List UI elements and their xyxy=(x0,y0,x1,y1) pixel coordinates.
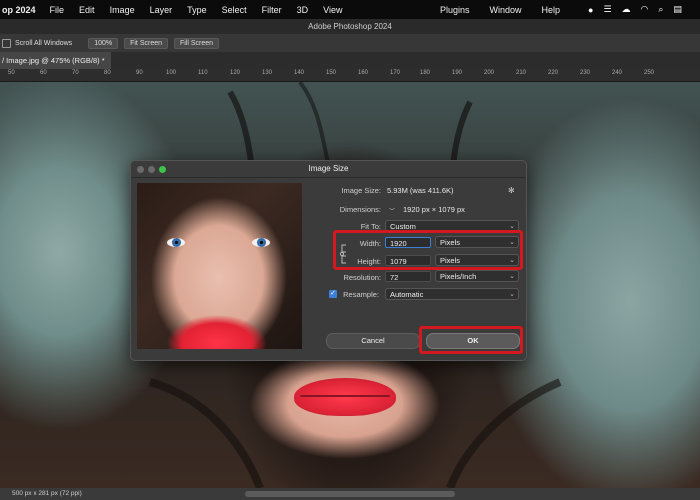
maximize-window-icon[interactable] xyxy=(159,166,166,173)
wifi-icon[interactable]: ◠ xyxy=(641,4,649,15)
ruler-tick: 70 xyxy=(72,70,79,76)
cancel-button[interactable]: Cancel xyxy=(326,333,420,349)
menu-filter[interactable]: Filter xyxy=(262,5,282,15)
resample-value: Automatic xyxy=(390,290,424,299)
scroll-all-checkbox[interactable] xyxy=(2,38,11,48)
menu-list-icon[interactable]: ☰ xyxy=(603,4,611,15)
ruler-tick: 150 xyxy=(326,70,337,76)
ruler-tick: 170 xyxy=(390,70,401,76)
ruler-tick: 110 xyxy=(198,70,208,76)
menu-image[interactable]: Image xyxy=(110,5,135,15)
fit-screen-button[interactable]: Fit Screen xyxy=(124,37,168,49)
fill-screen-button[interactable]: Fill Screen xyxy=(174,37,220,49)
menu-file[interactable]: File xyxy=(50,5,65,15)
menu-right-group: Plugins Window Help xyxy=(440,0,580,19)
ruler-tick: 90 xyxy=(136,70,143,76)
resolution-label: Resolution: xyxy=(343,273,381,282)
system-status-icons: ● ☰ ☁ ◠ ⌕ ▤ xyxy=(588,0,692,19)
ruler-tick: 50 xyxy=(8,70,15,76)
ruler-tick: 60 xyxy=(40,70,47,76)
menu-3d[interactable]: 3D xyxy=(297,5,309,15)
zoom-100-button[interactable]: 100% xyxy=(88,37,119,49)
menu-window[interactable]: Window xyxy=(490,5,522,15)
chevron-down-icon: ⌄ xyxy=(509,291,515,298)
resolution-input[interactable]: 72 xyxy=(385,271,431,282)
image-size-label: Image Size: xyxy=(341,186,381,195)
lips-artwork xyxy=(294,378,396,416)
image-size-value: 5.93M (was 411.6K) xyxy=(387,186,454,195)
ruler-tick: 220 xyxy=(548,70,559,76)
menu-edit[interactable]: Edit xyxy=(79,5,95,15)
resample-label: Resample: xyxy=(343,290,379,299)
window-title: Adobe Photoshop 2024 xyxy=(0,19,700,34)
ruler-tick: 80 xyxy=(104,70,111,76)
menu-select[interactable]: Select xyxy=(222,5,247,15)
scroll-all-label: Scroll All Windows xyxy=(15,39,73,47)
document-tab-bar: / Image.jpg @ 475% (RGB/8) * xyxy=(0,52,700,69)
ruler-tick: 160 xyxy=(358,70,369,76)
resolution-unit-value: Pixels/Inch xyxy=(440,272,477,281)
dialog-title: Image Size xyxy=(131,161,526,178)
chevron-down-icon[interactable]: ﹀ xyxy=(389,206,395,215)
ruler-tick: 100 xyxy=(166,70,177,76)
ruler-tick: 180 xyxy=(420,70,431,76)
ruler-tick: 240 xyxy=(612,70,623,76)
resolution-unit-select[interactable]: Pixels/Inch ⌄ xyxy=(435,270,519,282)
menu-help[interactable]: Help xyxy=(542,5,561,15)
options-bar: Scroll All Windows 100% Fit Screen Fill … xyxy=(0,34,700,52)
dimensions-value: 1920 px × 1079 px xyxy=(403,205,465,214)
resample-select[interactable]: Automatic ⌄ xyxy=(385,288,519,300)
ruler-tick: 130 xyxy=(262,70,273,76)
ruler-tick: 140 xyxy=(294,70,305,76)
ruler-tick: 210 xyxy=(516,70,527,76)
control-center-icon[interactable]: ▤ xyxy=(673,4,682,15)
status-bar: 500 px x 281 px (72 ppi) xyxy=(0,488,700,500)
ok-button-highlight xyxy=(419,326,523,354)
document-tab[interactable]: / Image.jpg @ 475% (RGB/8) * xyxy=(0,52,111,69)
preview-right-eye xyxy=(252,238,270,247)
horizontal-ruler: 50 60 70 80 90 100 110 120 130 140 150 1… xyxy=(0,69,700,82)
menu-layer[interactable]: Layer xyxy=(150,5,173,15)
dimensions-label: Dimensions: xyxy=(339,205,381,214)
record-icon[interactable]: ● xyxy=(588,5,593,15)
preview-left-eye xyxy=(167,238,185,247)
ruler-tick: 190 xyxy=(452,70,463,76)
image-preview[interactable] xyxy=(137,183,302,349)
menu-bar: op 2024 File Edit Image Layer Type Selec… xyxy=(0,0,700,19)
horizontal-scrollbar[interactable] xyxy=(245,491,455,497)
ruler-tick: 120 xyxy=(230,70,241,76)
cloud-icon[interactable]: ☁ xyxy=(622,4,631,15)
close-window-icon[interactable] xyxy=(137,166,144,173)
document-info: 500 px x 281 px (72 ppi) xyxy=(12,490,82,497)
minimize-window-icon[interactable] xyxy=(148,166,155,173)
menu-type[interactable]: Type xyxy=(187,5,207,15)
width-height-highlight xyxy=(333,230,523,270)
search-icon[interactable]: ⌕ xyxy=(658,4,663,15)
gear-icon[interactable]: ✻ xyxy=(508,186,515,195)
menu-plugins[interactable]: Plugins xyxy=(440,5,470,15)
lip-line-artwork xyxy=(300,395,390,397)
ruler-tick: 200 xyxy=(484,70,495,76)
ruler-tick: 230 xyxy=(580,70,591,76)
app-menu[interactable]: op 2024 xyxy=(2,5,36,15)
ruler-tick: 250 xyxy=(644,70,655,76)
menu-view[interactable]: View xyxy=(323,5,342,15)
chevron-down-icon: ⌄ xyxy=(509,273,515,280)
